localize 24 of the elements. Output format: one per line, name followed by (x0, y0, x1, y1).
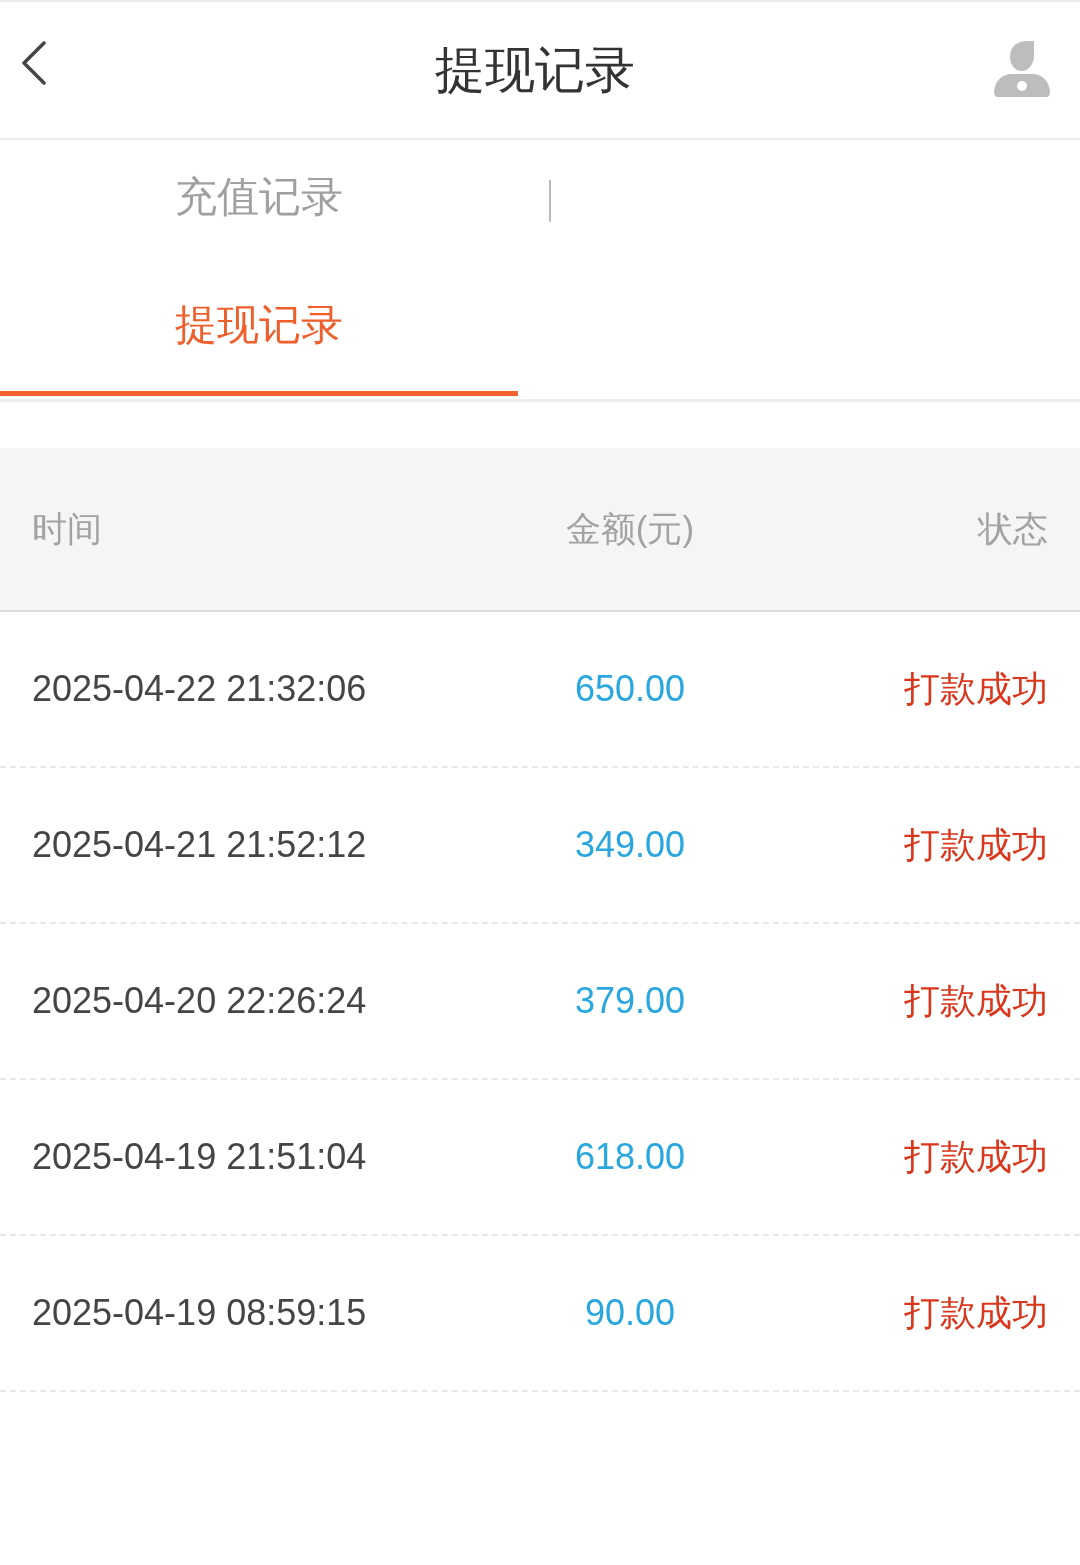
tab[interactable]: 充值记录 (0, 140, 518, 268)
back-icon (21, 41, 47, 85)
amount-cell: 650.00 (574, 668, 686, 710)
amount-cell: 618.00 (574, 1136, 686, 1178)
back-button[interactable] (20, 41, 48, 85)
time-cell: 2025-04-22 21:32:06 (32, 668, 367, 710)
status-cell-text: 打款成功 (904, 978, 1048, 1023)
column-header: 时间 (32, 507, 102, 550)
status-cell-text: 打款成功 (904, 822, 1048, 867)
status-cell-text: 打款成功 (904, 1290, 1048, 1335)
page-title: 提现记录 (435, 41, 635, 100)
time-cell: 2025-04-19 08:59:15 (32, 1292, 367, 1334)
time-cell: 2025-04-19 21:51:04 (32, 1136, 367, 1178)
status-cell-text: 打款成功 (904, 1134, 1048, 1179)
column-header: 状态 (978, 507, 1048, 550)
user-icon (994, 41, 1050, 97)
amount-cell: 90.00 (584, 1292, 676, 1334)
status-cell-text: 打款成功 (904, 666, 1048, 711)
amount-cell: 349.00 (574, 824, 686, 866)
amount-cell: 379.00 (574, 980, 686, 1022)
time-cell: 2025-04-21 21:52:12 (32, 824, 367, 866)
column-header: 金额(元) (565, 507, 695, 550)
tab[interactable]: 提现记录 (0, 268, 518, 396)
time-cell: 2025-04-20 22:26:24 (32, 980, 367, 1022)
